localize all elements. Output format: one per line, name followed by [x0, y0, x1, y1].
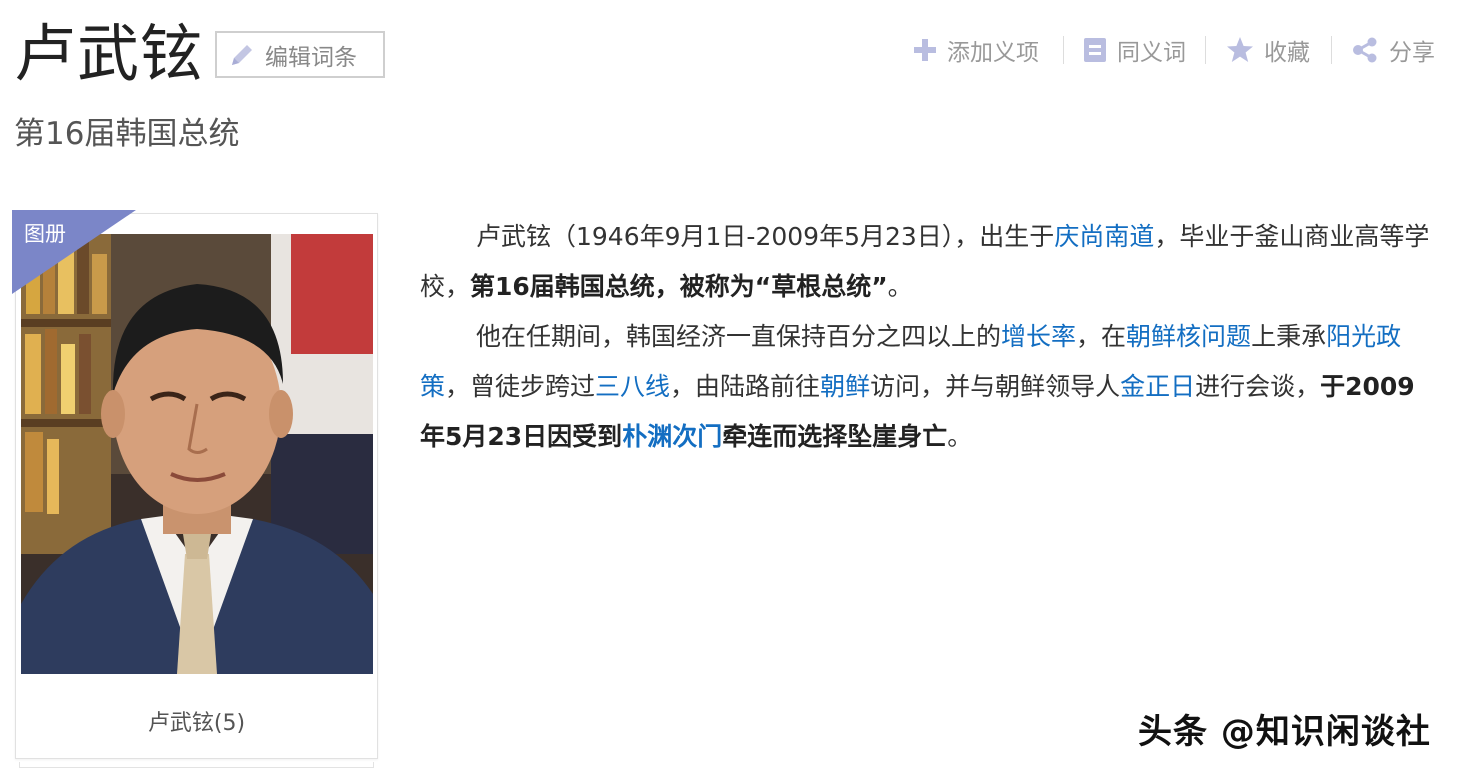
toolbar-divider — [1205, 36, 1206, 64]
summary-text: 进行会谈， — [1195, 372, 1321, 401]
link-38th-parallel[interactable]: 三八线 — [595, 372, 670, 401]
share-button[interactable]: 分享 — [1351, 30, 1435, 70]
toolbar-divider — [1063, 36, 1064, 64]
summary-paragraph: 卢武铉（1946年9月1日-2009年5月23日），出生于庆尚南道，毕业于釜山商… — [420, 212, 1435, 312]
portrait-photo[interactable] — [21, 234, 373, 674]
link-kim-jong-il[interactable]: 金正日 — [1120, 372, 1195, 401]
summary-text: 上秉承 — [1251, 322, 1327, 351]
synonym-label: 同义词 — [1117, 40, 1186, 66]
favorite-label: 收藏 — [1264, 40, 1310, 66]
summary-text: 他在任期间，韩国经济一直保持百分之四以上的 — [476, 322, 1002, 351]
favorite-button[interactable]: 收藏 — [1226, 30, 1310, 70]
summary-text: 卢武铉（1946年9月1日-2009年5月23日），出生于 — [476, 222, 1055, 251]
album-stack-edge — [19, 762, 374, 768]
summary-text: 。 — [887, 272, 913, 301]
page-subtitle: 第16届韩国总统 — [14, 116, 240, 152]
link-nk-nuclear-issue[interactable]: 朝鲜核问题 — [1126, 322, 1251, 351]
pencil-icon — [232, 44, 252, 65]
album-badge-label: 图册 — [24, 222, 66, 246]
plus-icon — [914, 39, 936, 61]
add-item-button[interactable]: 添加义项 — [913, 30, 1039, 70]
add-item-label: 添加义项 — [947, 40, 1039, 66]
page-title: 卢武铉 — [14, 17, 204, 90]
watermark: 头条 @知识闲谈社 — [1138, 712, 1431, 752]
toolbar-divider — [1331, 36, 1332, 64]
summary-paragraph: 他在任期间，韩国经济一直保持百分之四以上的增长率，在朝鲜核问题上秉承阳光政策，曾… — [420, 312, 1435, 462]
summary-text: ，在 — [1076, 322, 1127, 351]
summary-text: ，由陆路前往 — [670, 372, 821, 401]
link-gyeongsangnam-do[interactable]: 庆尚南道 — [1054, 222, 1154, 251]
link-park-yeon-cha-gate[interactable]: 朴渊次门 — [622, 422, 722, 451]
summary-bold-text: 牵连而选择坠崖身亡 — [722, 422, 948, 451]
album-caption[interactable]: 卢武铉(5) — [15, 705, 378, 737]
summary-text: 访问，并与朝鲜领导人 — [870, 372, 1121, 401]
link-growth-rate[interactable]: 增长率 — [1001, 322, 1076, 351]
summary-text: 。 — [947, 422, 973, 451]
share-label: 分享 — [1389, 40, 1435, 66]
link-north-korea[interactable]: 朝鲜 — [820, 372, 870, 401]
summary-bold-text: 第16届韩国总统，被称为“草根总统” — [470, 272, 888, 301]
star-icon — [1227, 37, 1253, 62]
summary-text: ，曾徒步跨过 — [445, 372, 596, 401]
synonym-icon — [1084, 38, 1106, 62]
lemma-summary: 卢武铉（1946年9月1日-2009年5月23日），出生于庆尚南道，毕业于釜山商… — [420, 212, 1435, 462]
synonym-button[interactable]: 同义词 — [1083, 30, 1186, 70]
edit-entry-label: 编辑词条 — [265, 44, 357, 71]
edit-entry-button[interactable]: 编辑词条 — [215, 31, 385, 78]
share-icon — [1353, 37, 1377, 63]
